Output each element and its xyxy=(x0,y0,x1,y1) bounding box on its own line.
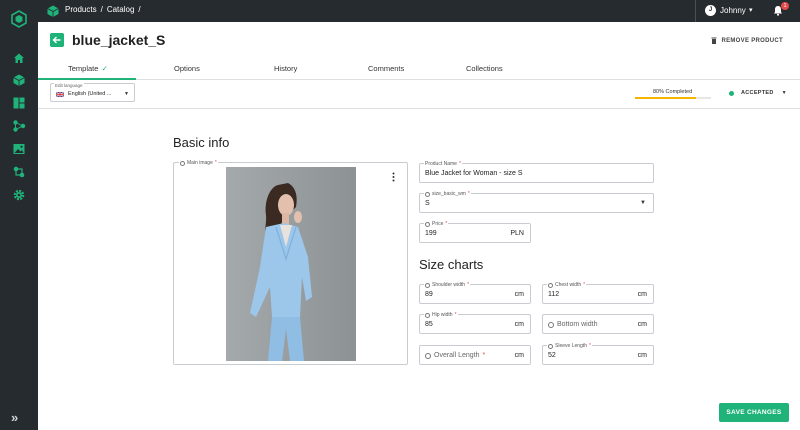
hip-width-value: 85 xyxy=(425,321,433,328)
tab-bar: Template ✓ Options History Comments Colle… xyxy=(38,58,800,80)
size-value: S xyxy=(425,200,430,207)
save-changes-button[interactable]: SAVE CHANGES xyxy=(719,403,789,422)
completion-progress-fill xyxy=(635,97,696,99)
main-image-label: Main image * xyxy=(179,160,218,166)
chest-width-value: 112 xyxy=(548,291,560,298)
status-dropdown[interactable]: ACCEPTED ▼ xyxy=(729,90,787,96)
bottom-width-unit: cm xyxy=(637,321,647,328)
page-title: blue_jacket_S xyxy=(72,32,166,48)
product-photo xyxy=(226,167,356,361)
breadcrumb-catalog[interactable]: Catalog xyxy=(107,5,135,14)
product-name-label: Product Name xyxy=(425,161,457,167)
products-box-icon xyxy=(47,5,59,17)
chevron-down-icon: ▼ xyxy=(781,90,787,96)
overall-length-unit: cm xyxy=(514,352,524,359)
more-options-icon[interactable] xyxy=(392,172,395,182)
breadcrumb: Products / Catalog / xyxy=(65,5,141,14)
chevron-down-icon: ▼ xyxy=(640,200,646,206)
check-icon: ✓ xyxy=(101,64,108,73)
globe-icon xyxy=(425,312,430,318)
hip-width-field[interactable]: Hip width * 85 cm xyxy=(419,312,531,334)
language-select[interactable]: Edit language English (United ... ▼ xyxy=(50,83,135,102)
uk-flag-icon xyxy=(56,92,64,97)
tab-history[interactable]: History xyxy=(274,64,297,73)
app-logo-icon[interactable] xyxy=(10,10,28,28)
price-value: 199 xyxy=(425,230,437,237)
back-button[interactable] xyxy=(50,33,64,47)
globe-icon xyxy=(548,282,553,288)
product-name-field[interactable]: Product Name * Blue Jacket for Woman - si… xyxy=(419,161,654,183)
main-image-card[interactable]: Main image * xyxy=(173,160,408,365)
globe-icon xyxy=(425,282,430,288)
shoulder-width-field[interactable]: Shoulder width * 89 cm xyxy=(419,282,531,304)
dashboard-icon[interactable] xyxy=(12,96,26,110)
price-field[interactable]: Price * 199 PLN xyxy=(419,221,531,243)
chevron-down-icon: ▼ xyxy=(124,91,129,97)
avatar[interactable]: J xyxy=(705,5,716,16)
home-icon[interactable] xyxy=(12,51,26,65)
bottom-width-field[interactable]: Bottom width cm xyxy=(542,314,654,334)
globe-icon xyxy=(425,221,430,227)
hip-width-label: Hip width xyxy=(432,312,453,318)
size-label: size_basic_wm xyxy=(432,191,466,197)
expand-sidebar-icon[interactable]: » xyxy=(11,411,18,425)
basic-info-heading: Basic info xyxy=(173,135,230,150)
tab-template[interactable]: Template ✓ xyxy=(68,64,108,73)
completion-progress-bar xyxy=(635,97,711,99)
workflow-icon[interactable] xyxy=(12,119,26,133)
chest-width-unit: cm xyxy=(637,291,647,298)
chevron-down-icon[interactable]: ▾ xyxy=(749,6,753,14)
globe-icon xyxy=(548,321,554,328)
price-label: Price xyxy=(432,221,444,227)
globe-icon xyxy=(548,343,553,349)
shoulder-width-unit: cm xyxy=(514,291,524,298)
sidebar: » xyxy=(0,0,38,430)
settings-gear-icon[interactable] xyxy=(12,188,26,202)
globe-icon xyxy=(180,160,185,166)
language-value: English (United ... xyxy=(68,91,112,97)
integrations-icon[interactable] xyxy=(12,165,26,179)
shoulder-width-value: 89 xyxy=(425,291,433,298)
remove-product-button[interactable]: REMOVE PRODUCT xyxy=(711,37,783,44)
globe-icon xyxy=(425,191,430,197)
completion-label: 80% Completed xyxy=(653,89,693,95)
user-name[interactable]: Johnny xyxy=(720,6,746,15)
status-label: ACCEPTED xyxy=(741,90,774,96)
bottom-width-placeholder: Bottom width xyxy=(557,321,598,328)
sleeve-length-label: Sleeve Length xyxy=(555,343,587,349)
products-box-icon[interactable] xyxy=(12,73,26,87)
chest-width-label: Chest width xyxy=(555,282,582,288)
language-select-label: Edit language xyxy=(54,83,84,88)
shoulder-width-label: Shoulder width xyxy=(432,282,466,288)
size-select[interactable]: size_basic_wm * S ▼ xyxy=(419,191,654,213)
size-charts-heading: Size charts xyxy=(419,257,484,272)
trash-icon xyxy=(711,37,717,44)
top-bar: Products / Catalog / J Johnny ▾ 1 xyxy=(38,0,800,22)
remove-product-label: REMOVE PRODUCT xyxy=(721,37,783,44)
sleeve-length-value: 52 xyxy=(548,352,556,359)
overall-length-field[interactable]: Overall Length * cm xyxy=(419,345,531,365)
status-dot-icon xyxy=(729,90,734,96)
sleeve-length-unit: cm xyxy=(637,352,647,359)
media-image-icon[interactable] xyxy=(12,142,26,156)
tab-comments[interactable]: Comments xyxy=(368,64,404,73)
language-status-bar: Edit language English (United ... ▼ 80% … xyxy=(38,80,800,109)
user-menu-area: J Johnny ▾ 1 xyxy=(695,0,800,22)
notification-badge: 1 xyxy=(781,2,789,10)
product-name-value: Blue Jacket for Woman - size S xyxy=(425,170,523,177)
breadcrumb-products[interactable]: Products xyxy=(65,5,97,14)
sleeve-length-field[interactable]: Sleeve Length * 52 cm xyxy=(542,343,654,365)
price-unit: PLN xyxy=(510,230,524,237)
globe-icon xyxy=(425,352,431,359)
tab-options[interactable]: Options xyxy=(174,64,200,73)
overall-length-placeholder: Overall Length xyxy=(434,352,480,359)
chest-width-field[interactable]: Chest width * 112 cm xyxy=(542,282,654,304)
hip-width-unit: cm xyxy=(514,321,524,328)
tab-collections[interactable]: Collections xyxy=(466,64,503,73)
